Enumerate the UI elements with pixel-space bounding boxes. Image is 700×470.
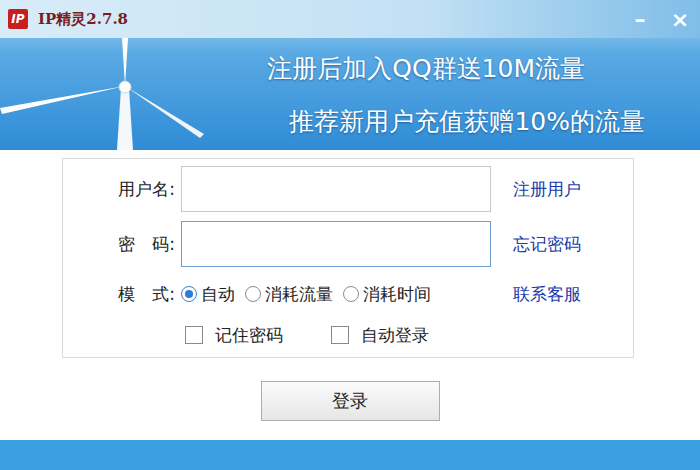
bottom-bar (0, 440, 700, 470)
mode-radio[interactable]: 消耗时间 (343, 283, 431, 306)
title-bar: IP IP精灵2.7.8 –× (0, 0, 700, 38)
checkbox-icon (185, 326, 203, 344)
contact-support-link[interactable]: 联系客服 (513, 283, 633, 306)
login-button[interactable]: 登录 (261, 381, 440, 421)
app-logo-icon: IP (8, 9, 28, 29)
login-window: IP IP精灵2.7.8 –× 注册后加入QQ群送10M流量推荐新用户充值获赠10%的… (0, 0, 700, 470)
radio-icon (245, 286, 261, 302)
option-checkbox[interactable]: 自动登录 (331, 324, 429, 347)
close-button[interactable]: × (660, 7, 700, 32)
radio-icon (343, 286, 359, 302)
field-label: 密 码: (63, 233, 181, 256)
password-input[interactable] (181, 221, 491, 267)
banner-line: 推荐新用户充值获赠10%的流量 (289, 105, 645, 138)
username-input[interactable] (181, 166, 491, 212)
option-checkbox[interactable]: 记住密码 (185, 324, 283, 347)
window-title: IP精灵2.7.8 (38, 10, 128, 29)
forgot-password-link[interactable]: 忘记密码 (513, 233, 633, 256)
field-label: 用户名: (63, 178, 181, 201)
register-link[interactable]: 注册用户 (513, 178, 633, 201)
header-banner: IP IP精灵2.7.8 –× 注册后加入QQ群送10M流量推荐新用户充值获赠10%的… (0, 0, 700, 150)
checkbox-icon (331, 326, 349, 344)
banner-line: 注册后加入QQ群送10M流量 (267, 52, 585, 85)
windmill-icon (0, 38, 230, 150)
mode-radio[interactable]: 消耗流量 (245, 283, 333, 306)
mode-label: 模 式: (63, 283, 181, 306)
minimize-button[interactable]: – (620, 7, 660, 32)
mode-radio[interactable]: 自动 (181, 283, 235, 306)
radio-icon (181, 286, 197, 302)
login-form: 用户名: 注册用户密 码: 忘记密码模 式:自动消耗流量消耗时间 联系客服记住密码 自动… (62, 158, 634, 358)
